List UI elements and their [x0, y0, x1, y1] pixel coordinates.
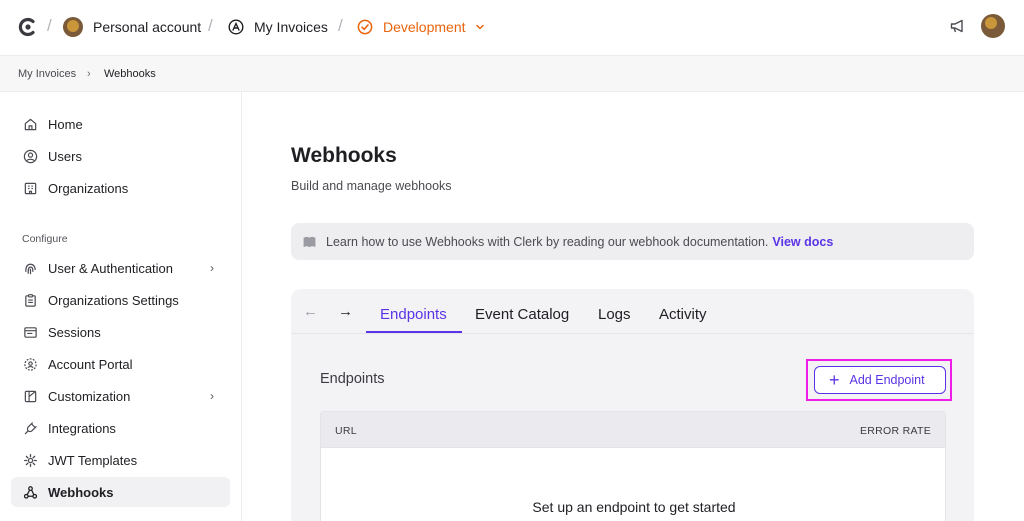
- column-header-error-rate: ERROR RATE: [859, 425, 931, 437]
- sidebar-item-webhooks[interactable]: Webhooks: [11, 477, 230, 507]
- chevron-down-icon: [475, 24, 484, 30]
- endpoints-table: URL ERROR RATE Set up an endpoint to get…: [320, 411, 946, 521]
- fingerprint-icon: [22, 260, 38, 276]
- endpoints-section-title: Endpoints: [320, 371, 385, 387]
- webhook-icon: [22, 484, 38, 500]
- sidebar-item-integrations[interactable]: Integrations: [11, 413, 230, 443]
- back-arrow-icon[interactable]: ←: [303, 303, 318, 320]
- webhooks-card: ← → Endpoints Event Catalog Logs Activit…: [291, 289, 974, 521]
- sidebar-item-label: Customization: [48, 388, 131, 404]
- column-header-url: URL: [335, 425, 357, 437]
- breadcrumb-arrow-icon: ›: [87, 68, 91, 80]
- breadcrumb-separator: /: [208, 16, 213, 35]
- environment-switcher[interactable]: Development: [357, 16, 485, 38]
- docs-banner: Learn how to use Webhooks with Clerk by …: [291, 223, 974, 260]
- breadcrumb-separator: /: [47, 16, 52, 35]
- sidebar-item-label: Integrations: [48, 420, 116, 436]
- sidebar-item-label: Sessions: [48, 324, 101, 340]
- sidebar-item-organizations-settings[interactable]: Organizations Settings: [11, 285, 230, 315]
- sidebar: Home Users Organizations Configure User …: [0, 92, 242, 521]
- sidebar-section-label: Configure: [22, 233, 68, 245]
- add-endpoint-label: Add Endpoint: [849, 373, 925, 387]
- app-name: My Invoices: [254, 19, 328, 35]
- tab-event-catalog[interactable]: Event Catalog: [475, 303, 569, 325]
- tab-endpoints[interactable]: Endpoints: [380, 303, 447, 325]
- environment-name: Development: [383, 19, 466, 35]
- sidebar-item-label: Organizations: [48, 180, 129, 196]
- user-circle-icon: [22, 148, 38, 164]
- sidebar-item-organizations[interactable]: Organizations: [11, 173, 230, 203]
- sidebar-item-home[interactable]: Home: [11, 109, 230, 139]
- add-endpoint-button[interactable]: + Add Endpoint: [814, 366, 946, 394]
- sidebar-item-user-authentication[interactable]: User & Authentication ›: [11, 253, 230, 283]
- sidebar-item-sessions[interactable]: Sessions: [11, 317, 230, 347]
- breadcrumb-separator: /: [338, 16, 343, 35]
- account-switcher[interactable]: Personal account: [63, 16, 201, 38]
- forward-arrow-icon[interactable]: →: [338, 303, 353, 320]
- browser-icon: [22, 324, 38, 340]
- gear-icon: [22, 452, 38, 468]
- sidebar-item-label: User & Authentication: [48, 260, 174, 276]
- palette-icon: [22, 388, 38, 404]
- building-icon: [22, 180, 38, 196]
- empty-state-text: Set up an endpoint to get started: [532, 499, 736, 515]
- tab-activity[interactable]: Activity: [659, 303, 707, 325]
- sidebar-item-label: JWT Templates: [48, 452, 138, 468]
- breadcrumb: My Invoices › Webhooks: [0, 56, 1024, 92]
- breadcrumb-parent[interactable]: My Invoices: [18, 68, 76, 80]
- page-subtitle: Build and manage webhooks: [291, 179, 452, 193]
- docs-banner-text: Learn how to use Webhooks with Clerk by …: [326, 234, 769, 249]
- sidebar-item-jwt-templates[interactable]: JWT Templates: [11, 445, 230, 475]
- user-avatar[interactable]: [981, 14, 1005, 38]
- sidebar-item-label: Webhooks: [48, 484, 114, 500]
- sidebar-item-label: Home: [48, 116, 83, 132]
- tab-divider: [291, 333, 974, 334]
- tab-logs[interactable]: Logs: [598, 303, 631, 325]
- portal-icon: [22, 356, 38, 372]
- app-switcher[interactable]: My Invoices: [228, 16, 328, 38]
- page-title: Webhooks: [291, 144, 397, 167]
- clerk-logo-icon[interactable]: [17, 16, 39, 38]
- megaphone-icon[interactable]: [949, 17, 967, 35]
- table-header: URL ERROR RATE: [321, 412, 945, 448]
- clipboard-icon: [22, 292, 38, 308]
- sidebar-item-label: Organizations Settings: [48, 292, 179, 308]
- book-icon: [303, 236, 316, 248]
- account-avatar: [63, 17, 83, 37]
- plug-icon: [22, 420, 38, 436]
- sidebar-item-label: Users: [48, 148, 82, 164]
- plus-icon: +: [829, 370, 840, 390]
- app-icon: [228, 19, 244, 35]
- sidebar-item-label: Account Portal: [48, 356, 133, 372]
- chevron-right-icon: ›: [210, 261, 214, 275]
- view-docs-link[interactable]: View docs: [772, 235, 833, 249]
- sidebar-item-users[interactable]: Users: [11, 141, 230, 171]
- sidebar-item-customization[interactable]: Customization ›: [11, 381, 230, 411]
- check-circle-icon: [357, 19, 373, 35]
- home-icon: [22, 116, 38, 132]
- breadcrumb-current: Webhooks: [104, 68, 156, 80]
- chevron-right-icon: ›: [210, 389, 214, 403]
- sidebar-item-account-portal[interactable]: Account Portal: [11, 349, 230, 379]
- top-bar: / Personal account / My Invoices / Devel…: [0, 0, 1024, 56]
- account-name: Personal account: [93, 19, 202, 35]
